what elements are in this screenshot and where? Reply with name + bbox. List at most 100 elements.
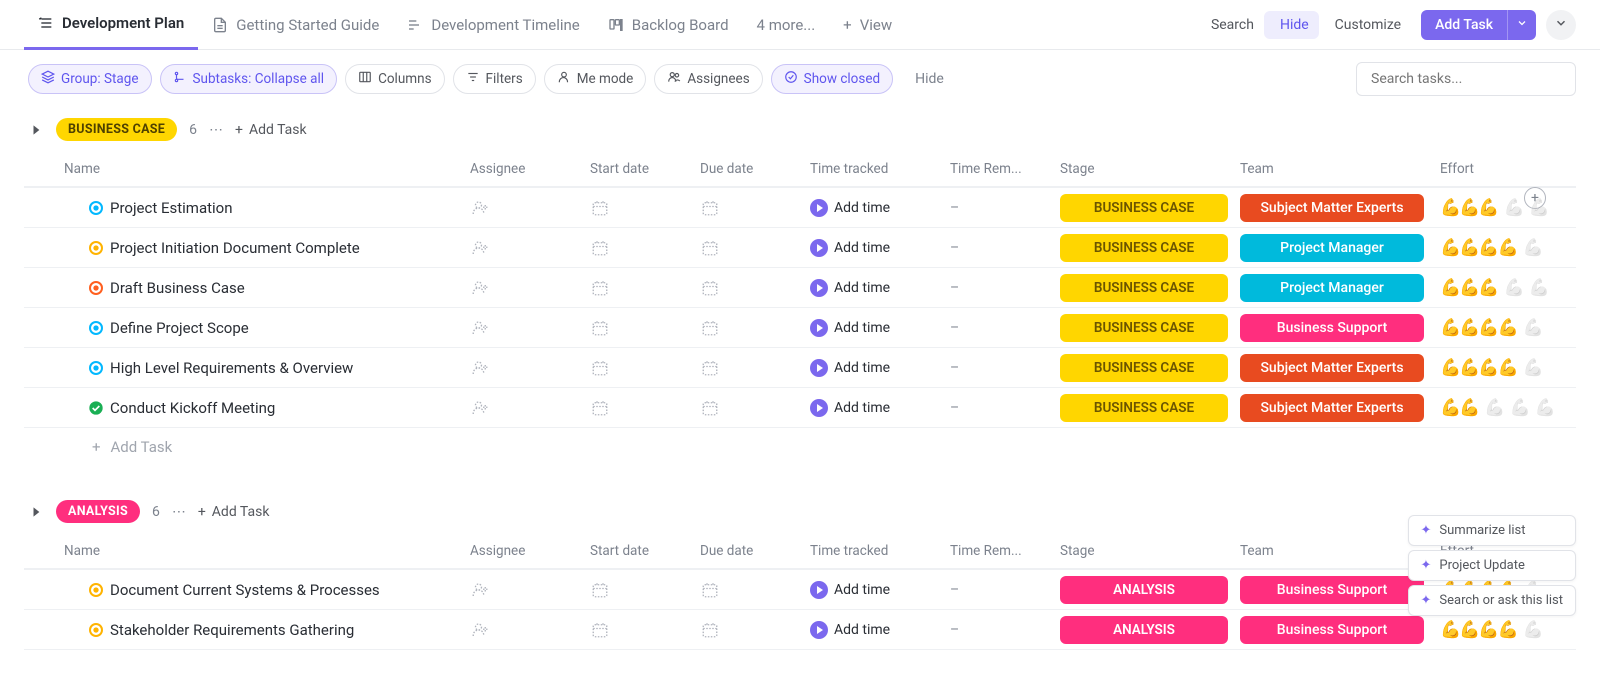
cell-stage[interactable]: BUSINESS CASE: [1054, 270, 1234, 306]
cell-due-date[interactable]: [694, 274, 804, 302]
cell-assignee[interactable]: [464, 354, 584, 382]
add-time-button[interactable]: Add time: [810, 399, 890, 417]
cell-stage[interactable]: ANALYSIS: [1054, 572, 1234, 608]
add-time-button[interactable]: Add time: [810, 621, 890, 639]
cell-due-date[interactable]: [694, 354, 804, 382]
col-effort[interactable]: Effort: [1434, 153, 1584, 185]
cell-stage[interactable]: BUSINESS CASE: [1054, 230, 1234, 266]
cell-stage[interactable]: ANALYSIS: [1054, 612, 1234, 648]
status-icon[interactable]: [88, 320, 104, 336]
team-pill[interactable]: Business Support: [1240, 616, 1424, 644]
task-name[interactable]: Project Initiation Document Complete: [110, 239, 360, 257]
cell-team[interactable]: Project Manager: [1234, 230, 1434, 266]
calendar-icon[interactable]: [700, 318, 720, 338]
cell-time-tracked[interactable]: Add time: [804, 395, 944, 421]
cell-team[interactable]: Subject Matter Experts: [1234, 350, 1434, 386]
col-name[interactable]: Name: [24, 153, 464, 185]
columns-pill[interactable]: Columns: [345, 64, 444, 94]
search-tasks-input[interactable]: [1356, 62, 1576, 96]
col-stage[interactable]: Stage: [1054, 535, 1234, 567]
calendar-icon[interactable]: [590, 620, 610, 640]
assignees-pill[interactable]: Assignees: [654, 64, 762, 94]
calendar-icon[interactable]: [590, 318, 610, 338]
calendar-icon[interactable]: [590, 358, 610, 378]
status-icon[interactable]: [88, 240, 104, 256]
collapse-caret-icon[interactable]: [30, 123, 44, 137]
add-assignee-icon[interactable]: [470, 580, 490, 600]
add-task-button[interactable]: Add Task: [1421, 10, 1536, 40]
cell-time-tracked[interactable]: Add time: [804, 355, 944, 381]
cell-stage[interactable]: BUSINESS CASE: [1054, 310, 1234, 346]
table-row[interactable]: Project Initiation Document Complete Add…: [24, 228, 1576, 268]
cell-time-remaining[interactable]: –: [944, 316, 1054, 340]
col-team[interactable]: Team: [1234, 535, 1434, 567]
tabs-more[interactable]: 4 more...: [743, 0, 830, 50]
cell-time-remaining[interactable]: –: [944, 196, 1054, 220]
table-row[interactable]: High Level Requirements & Overview Add t…: [24, 348, 1576, 388]
add-time-button[interactable]: Add time: [810, 319, 890, 337]
cell-due-date[interactable]: [694, 314, 804, 342]
hide-button[interactable]: Hide: [1264, 11, 1319, 39]
cell-due-date[interactable]: [694, 394, 804, 422]
hide-link[interactable]: Hide: [915, 71, 944, 87]
cell-team[interactable]: Business Support: [1234, 612, 1434, 648]
cell-time-remaining[interactable]: –: [944, 578, 1054, 602]
col-time-remaining[interactable]: Time Rem...: [944, 153, 1054, 185]
cell-start-date[interactable]: [584, 194, 694, 222]
cell-time-tracked[interactable]: Add time: [804, 235, 944, 261]
cell-start-date[interactable]: [584, 234, 694, 262]
cell-effort[interactable]: 💪💪💪💪💪: [1434, 354, 1584, 382]
calendar-icon[interactable]: [590, 398, 610, 418]
add-time-button[interactable]: Add time: [810, 581, 890, 599]
calendar-icon[interactable]: [590, 198, 610, 218]
col-due-date[interactable]: Due date: [694, 153, 804, 185]
cell-stage[interactable]: BUSINESS CASE: [1054, 390, 1234, 426]
cell-name[interactable]: Document Current Systems & Processes: [24, 577, 464, 603]
group-badge[interactable]: ANALYSIS: [56, 500, 140, 523]
team-pill[interactable]: Subject Matter Experts: [1240, 354, 1424, 382]
cell-effort[interactable]: 💪💪💪💪💪: [1434, 616, 1584, 644]
me-mode-pill[interactable]: Me mode: [544, 64, 647, 94]
cell-start-date[interactable]: [584, 616, 694, 644]
col-start-date[interactable]: Start date: [584, 535, 694, 567]
cell-time-remaining[interactable]: –: [944, 356, 1054, 380]
more-menu-button[interactable]: [1546, 10, 1576, 40]
cell-time-remaining[interactable]: –: [944, 276, 1054, 300]
col-name[interactable]: Name: [24, 535, 464, 567]
col-stage[interactable]: Stage: [1054, 153, 1234, 185]
add-assignee-icon[interactable]: [470, 278, 490, 298]
col-time-tracked[interactable]: Time tracked: [804, 153, 944, 185]
team-pill[interactable]: Project Manager: [1240, 234, 1424, 262]
add-time-button[interactable]: Add time: [810, 199, 890, 217]
group-add-task[interactable]: +Add Task: [198, 504, 270, 520]
stage-pill[interactable]: BUSINESS CASE: [1060, 274, 1228, 302]
calendar-icon[interactable]: [700, 580, 720, 600]
cell-due-date[interactable]: [694, 194, 804, 222]
status-icon[interactable]: [88, 360, 104, 376]
cell-due-date[interactable]: [694, 576, 804, 604]
cell-time-tracked[interactable]: Add time: [804, 577, 944, 603]
cell-start-date[interactable]: [584, 314, 694, 342]
cell-name[interactable]: Stakeholder Requirements Gathering: [24, 617, 464, 643]
tab-development-timeline[interactable]: Development Timeline: [393, 0, 593, 50]
group-more-icon[interactable]: ⋯: [209, 122, 223, 138]
add-time-button[interactable]: Add time: [810, 239, 890, 257]
cell-start-date[interactable]: [584, 274, 694, 302]
cell-start-date[interactable]: [584, 394, 694, 422]
task-name[interactable]: Stakeholder Requirements Gathering: [110, 621, 354, 639]
add-task-row[interactable]: +Add Task: [24, 428, 1576, 466]
stage-pill[interactable]: BUSINESS CASE: [1060, 394, 1228, 422]
table-row[interactable]: Draft Business Case Add time – BUSINESS …: [24, 268, 1576, 308]
group-more-icon[interactable]: ⋯: [172, 504, 186, 520]
cell-team[interactable]: Subject Matter Experts: [1234, 390, 1434, 426]
cell-name[interactable]: Project Estimation: [24, 195, 464, 221]
customize-button[interactable]: Customize: [1319, 11, 1411, 39]
cell-assignee[interactable]: [464, 314, 584, 342]
task-name[interactable]: Project Estimation: [110, 199, 233, 217]
calendar-icon[interactable]: [700, 620, 720, 640]
cell-assignee[interactable]: [464, 394, 584, 422]
col-due-date[interactable]: Due date: [694, 535, 804, 567]
task-name[interactable]: Define Project Scope: [110, 319, 249, 337]
col-time-remaining[interactable]: Time Rem...: [944, 535, 1054, 567]
calendar-icon[interactable]: [590, 278, 610, 298]
